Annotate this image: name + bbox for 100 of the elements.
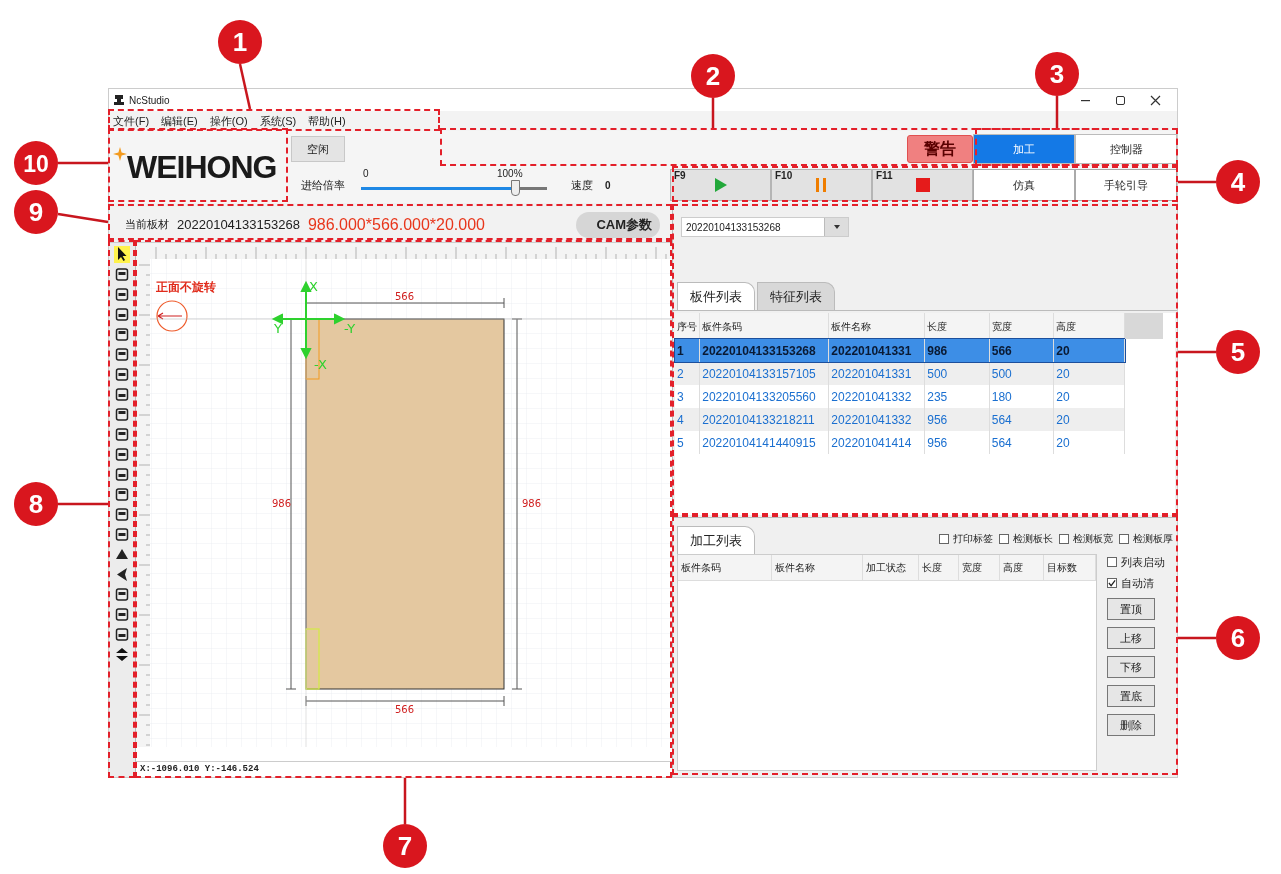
arrow-icon[interactable] [114, 566, 130, 583]
tool-button[interactable]: 手轮引导 [1075, 169, 1177, 201]
table-row[interactable]: 4 20220104133218211 202201041332 956 564 20 [675, 408, 1125, 431]
tool-icon[interactable] [114, 426, 130, 443]
maximize-icon [1115, 94, 1126, 106]
tool-icon[interactable] [114, 346, 130, 363]
feed-slider[interactable]: 0 100% [361, 170, 547, 200]
job-list-tab[interactable]: 加工列表 [677, 526, 755, 554]
column-header[interactable]: 长度 [918, 555, 959, 580]
status-button[interactable]: 空闲 [291, 136, 345, 162]
table-row[interactable]: 1 20220104133153268 202201041331 986 566 20 [675, 339, 1125, 362]
list-tab[interactable]: 板件列表 [677, 282, 755, 310]
run-button[interactable]: F10 [771, 169, 872, 201]
tool-icon[interactable] [114, 606, 130, 623]
tool-icon[interactable] [114, 266, 130, 283]
shortcut-label: F9 [674, 170, 686, 182]
board-size: 986.000*566.000*20.000 [307, 214, 485, 235]
column-header[interactable]: 高度 [1000, 555, 1045, 580]
checkbox-label: 打印标签 [953, 532, 993, 546]
axis-label: X [309, 279, 318, 294]
list-button[interactable]: 上移 [1107, 627, 1155, 649]
checkbox[interactable] [1059, 533, 1069, 544]
board-dropdown[interactable]: 20220104133153268 [681, 217, 849, 237]
header-filler [1125, 313, 1163, 339]
board-label: 当前板材 [125, 217, 169, 233]
feed-label: 进给倍率 [301, 177, 345, 193]
mode-tab[interactable]: 加工 [973, 134, 1075, 164]
tool-marker [305, 628, 320, 690]
table-cell: 566 [989, 339, 1054, 362]
tool-icon[interactable] [114, 586, 130, 603]
list-button[interactable]: 置底 [1107, 685, 1155, 707]
dimension-label: 566 [395, 291, 415, 302]
checkbox[interactable] [1107, 557, 1117, 568]
column-header[interactable]: 宽度 [958, 555, 1001, 580]
slider-max-label: 100% [497, 167, 523, 181]
list-tab[interactable]: 特征列表 [757, 282, 835, 310]
table-cell: 1 [675, 339, 700, 362]
menu-item[interactable]: 帮助(H) [308, 112, 346, 130]
callout-badge: 1 [218, 20, 262, 64]
expand-icon[interactable] [114, 646, 130, 663]
menu-item[interactable]: 系统(S) [259, 112, 297, 130]
table-cell: 20 [1053, 431, 1125, 454]
tool-icon[interactable] [114, 466, 130, 483]
run-button[interactable]: F11 [872, 169, 973, 201]
leader-line [1178, 180, 1216, 184]
checkbox-label: 检测板厚 [1133, 532, 1173, 546]
list-button[interactable]: 下移 [1107, 656, 1155, 678]
checkbox[interactable] [1107, 577, 1117, 588]
mode-tab[interactable]: 控制器 [1075, 134, 1177, 164]
tool-icon[interactable] [114, 526, 130, 543]
callout-badge: 6 [1216, 616, 1260, 660]
column-header[interactable]: 板件条码 [678, 555, 772, 580]
table-cell: 202201041414 [828, 431, 925, 454]
table-row[interactable]: 5 20220104141440915 202201041414 956 564 20 [675, 431, 1125, 454]
list-button[interactable]: 删除 [1107, 714, 1155, 736]
list-button[interactable]: 置顶 [1107, 598, 1155, 620]
run-button[interactable]: F9 [670, 169, 771, 201]
axis-label: Y [274, 321, 282, 336]
callout-badge: 2 [691, 54, 735, 98]
leader-line [1178, 350, 1216, 354]
menu-item[interactable]: 文件(F) [113, 112, 150, 130]
column-header[interactable]: 加工状态 [863, 555, 919, 580]
checkbox-label: 检测板宽 [1073, 532, 1113, 546]
cursor-icon[interactable] [114, 246, 130, 263]
callout-badge: 10 [14, 141, 58, 185]
table-cell: 5 [675, 431, 700, 454]
menu-item[interactable]: 操作(O) [209, 112, 248, 130]
column-header[interactable]: 目标数 [1044, 555, 1096, 580]
tool-icon[interactable] [114, 326, 130, 343]
menu-item[interactable]: 编辑(E) [161, 112, 198, 130]
cam-parameters-button[interactable]: CAM参数 [576, 211, 660, 238]
leader-line [58, 502, 108, 506]
tool-icon[interactable] [114, 506, 130, 523]
dimension-label: 986 [522, 498, 542, 509]
tool-icon[interactable] [114, 286, 130, 303]
checkbox[interactable] [939, 533, 949, 544]
tool-icon[interactable] [114, 386, 130, 403]
tool-button[interactable]: 仿真 [973, 169, 1075, 201]
checkbox[interactable] [999, 533, 1009, 544]
play-icon [712, 177, 729, 193]
table-cell: 20220104141440915 [699, 431, 829, 454]
tool-icon[interactable] [114, 366, 130, 383]
column-header[interactable]: 板件名称 [771, 555, 864, 580]
tool-icon[interactable] [114, 626, 130, 643]
checkbox-label: 列表启动 [1121, 555, 1165, 570]
table-row[interactable]: 3 20220104133205560 202201041332 235 180 20 [675, 385, 1125, 408]
tool-icon[interactable] [114, 486, 130, 503]
tool-icon[interactable] [114, 406, 130, 423]
table-cell: 20220104133153268 [699, 339, 829, 362]
dimension-label: 566 [395, 704, 415, 715]
checkbox-label: 检测板长 [1013, 532, 1053, 546]
checkbox[interactable] [1119, 533, 1129, 544]
tool-icon[interactable] [114, 446, 130, 463]
logo-text: WEIHONG [127, 151, 277, 183]
leader-line [1055, 96, 1059, 128]
callout-badge: 8 [14, 482, 58, 526]
board-code: 20220104133153268 [177, 215, 300, 234]
callout-badge: 4 [1216, 160, 1260, 204]
table-row[interactable]: 2 20220104133157105 202201041331 500 500 20 [675, 362, 1125, 385]
tool-icon[interactable] [114, 306, 130, 323]
